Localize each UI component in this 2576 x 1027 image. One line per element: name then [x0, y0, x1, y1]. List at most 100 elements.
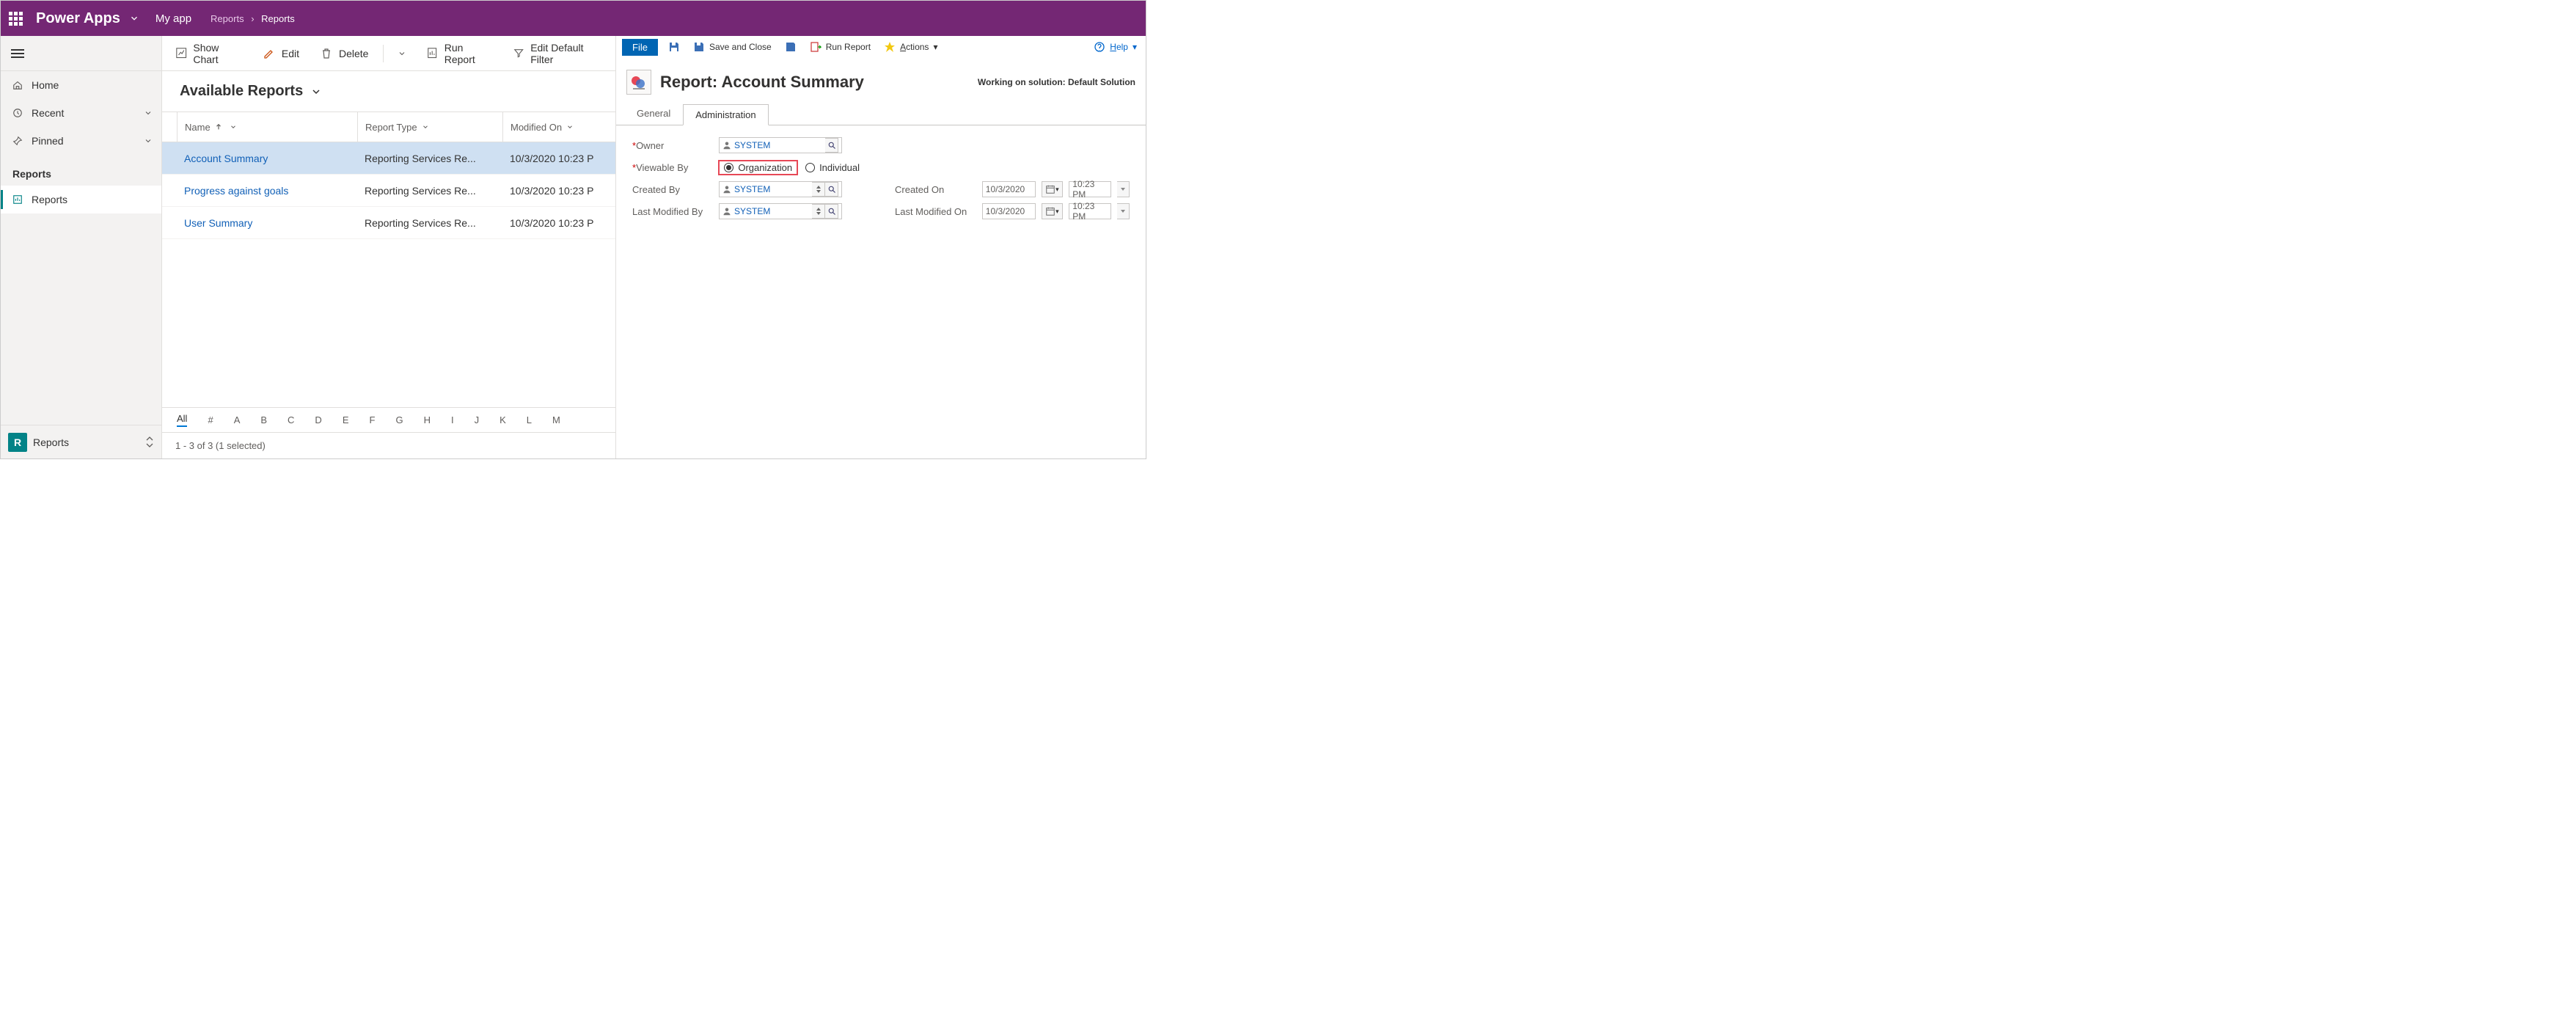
report-entity-icon — [626, 70, 651, 95]
brand-label[interactable]: Power Apps — [36, 10, 120, 27]
edit-button[interactable]: Edit — [254, 43, 308, 65]
table-row[interactable]: Progress against goals Reporting Service… — [162, 175, 615, 207]
breadcrumb-current: Reports — [261, 13, 295, 24]
brand-chevron-icon[interactable] — [129, 13, 139, 23]
radio-on-icon — [724, 163, 733, 172]
edit-default-filter-label: Edit Default Filter — [530, 42, 602, 65]
view-selector[interactable]: Available Reports — [162, 80, 615, 112]
sidebar: Home Recent Pinned Reports Reports R Rep… — [1, 36, 162, 458]
viewable-by-row: *Viewable By Organization Individual — [632, 156, 860, 178]
save-button[interactable] — [665, 40, 683, 54]
row-name-cell[interactable]: Account Summary — [177, 153, 357, 164]
col-modified-header[interactable]: Modified On — [503, 112, 615, 142]
nav-reports[interactable]: Reports — [1, 186, 161, 213]
run-report-icon — [810, 41, 822, 53]
created-on-row: Created On 10/3/2020 ▾ 10:23 PM — [895, 178, 1130, 200]
viewable-by-radios: Organization Individual — [718, 160, 860, 175]
run-report-button[interactable]: Run Report — [417, 37, 500, 70]
alpha-item[interactable]: L — [527, 414, 532, 425]
modified-by-row: Last Modified By SYSTEM — [632, 200, 860, 222]
time-dropdown-icon[interactable] — [1117, 203, 1130, 219]
table-row[interactable]: User Summary Reporting Services Re... 10… — [162, 207, 615, 239]
chevron-down-icon — [422, 123, 429, 131]
row-name-cell[interactable]: User Summary — [177, 217, 357, 229]
alpha-item[interactable]: K — [500, 414, 506, 425]
alpha-item[interactable]: J — [475, 414, 480, 425]
chevron-down-icon — [144, 136, 153, 145]
save-as-icon — [785, 41, 797, 53]
save-close-icon — [693, 41, 705, 53]
nav-recent-label: Recent — [32, 107, 64, 119]
table-row[interactable]: Account Summary Reporting Services Re...… — [162, 142, 615, 175]
spacer-row — [895, 156, 1130, 178]
created-on-date[interactable]: 10/3/2020 — [982, 181, 1036, 197]
delete-button[interactable]: Delete — [311, 43, 377, 65]
save-as-button[interactable] — [782, 40, 799, 54]
run-report-ribbon-button[interactable]: Run Report — [807, 40, 874, 54]
created-by-label: Created By — [632, 184, 713, 195]
alpha-item[interactable]: F — [369, 414, 375, 425]
alpha-item[interactable]: B — [260, 414, 267, 425]
help-link[interactable]: Help ▾ — [1091, 40, 1140, 54]
row-checkbox[interactable] — [162, 153, 177, 164]
detail-title-row: Report: Account Summary Working on solut… — [616, 58, 1146, 103]
lookup-stepper-icon[interactable] — [812, 182, 825, 197]
tab-administration[interactable]: Administration — [683, 104, 768, 125]
edit-label: Edit — [282, 48, 299, 59]
nav-recent[interactable]: Recent — [1, 99, 161, 127]
save-and-close-button[interactable]: Save and Close — [690, 40, 775, 54]
alpha-item[interactable]: D — [315, 414, 321, 425]
breadcrumb-sep: › — [251, 13, 254, 24]
chevron-down-icon — [398, 49, 406, 58]
created-by-lookup[interactable]: SYSTEM — [719, 181, 842, 197]
modified-on-date[interactable]: 10/3/2020 — [982, 203, 1036, 219]
app-name-label[interactable]: My app — [155, 12, 191, 25]
alpha-all[interactable]: All — [177, 413, 187, 427]
show-chart-button[interactable]: Show Chart — [167, 37, 251, 70]
radio-individual[interactable]: Individual — [805, 162, 860, 173]
date-picker-icon[interactable]: ▾ — [1042, 203, 1064, 219]
alpha-item[interactable]: C — [288, 414, 294, 425]
created-on-time[interactable]: 10:23 PM — [1069, 181, 1111, 197]
col-modified-label: Modified On — [511, 122, 562, 133]
row-type-cell: Reporting Services Re... — [357, 153, 502, 164]
nav-pinned[interactable]: Pinned — [1, 127, 161, 155]
select-all-checkbox[interactable] — [162, 112, 178, 142]
modified-on-time[interactable]: 10:23 PM — [1069, 203, 1111, 219]
time-dropdown-icon[interactable] — [1117, 181, 1130, 197]
modified-by-lookup[interactable]: SYSTEM — [719, 203, 842, 219]
alpha-item[interactable]: # — [208, 414, 213, 425]
nav-toggle-button[interactable] — [1, 36, 161, 71]
filter-icon — [513, 47, 524, 60]
chevron-down-icon: ▾ — [1133, 42, 1137, 52]
col-name-header[interactable]: Name — [178, 112, 358, 142]
run-report-ribbon-label: Run Report — [826, 42, 871, 52]
lookup-stepper-icon[interactable] — [812, 204, 825, 219]
row-modified-cell: 10/3/2020 10:23 P — [502, 217, 615, 229]
date-picker-icon[interactable]: ▾ — [1042, 181, 1064, 197]
lookup-search-icon[interactable] — [825, 182, 838, 197]
row-name-cell[interactable]: Progress against goals — [177, 185, 357, 197]
nav-home[interactable]: Home — [1, 71, 161, 99]
solution-note: Working on solution: Default Solution — [978, 77, 1135, 87]
radio-organization[interactable]: Organization — [718, 160, 798, 175]
alpha-item[interactable]: I — [451, 414, 454, 425]
alpha-item[interactable]: A — [234, 414, 241, 425]
tab-general[interactable]: General — [625, 103, 683, 125]
lookup-search-icon[interactable] — [825, 138, 838, 153]
actions-menu[interactable]: AActionsctions ▾ — [881, 40, 940, 54]
alpha-item[interactable]: M — [552, 414, 560, 425]
edit-default-filter-button[interactable]: Edit Default Filter — [504, 37, 611, 70]
alpha-item[interactable]: G — [395, 414, 403, 425]
lookup-search-icon[interactable] — [825, 204, 838, 219]
alpha-item[interactable]: E — [343, 414, 349, 425]
area-badge: R — [8, 433, 27, 452]
breadcrumb-parent[interactable]: Reports — [211, 13, 244, 24]
col-type-header[interactable]: Report Type — [358, 112, 503, 142]
owner-lookup[interactable]: SYSTEM — [719, 137, 842, 153]
nav-area-switcher[interactable]: R Reports — [1, 425, 161, 458]
file-tab[interactable]: File — [622, 39, 658, 56]
app-launcher-icon[interactable] — [7, 10, 24, 27]
alpha-item[interactable]: H — [424, 414, 431, 425]
delete-split-button[interactable] — [389, 45, 414, 62]
